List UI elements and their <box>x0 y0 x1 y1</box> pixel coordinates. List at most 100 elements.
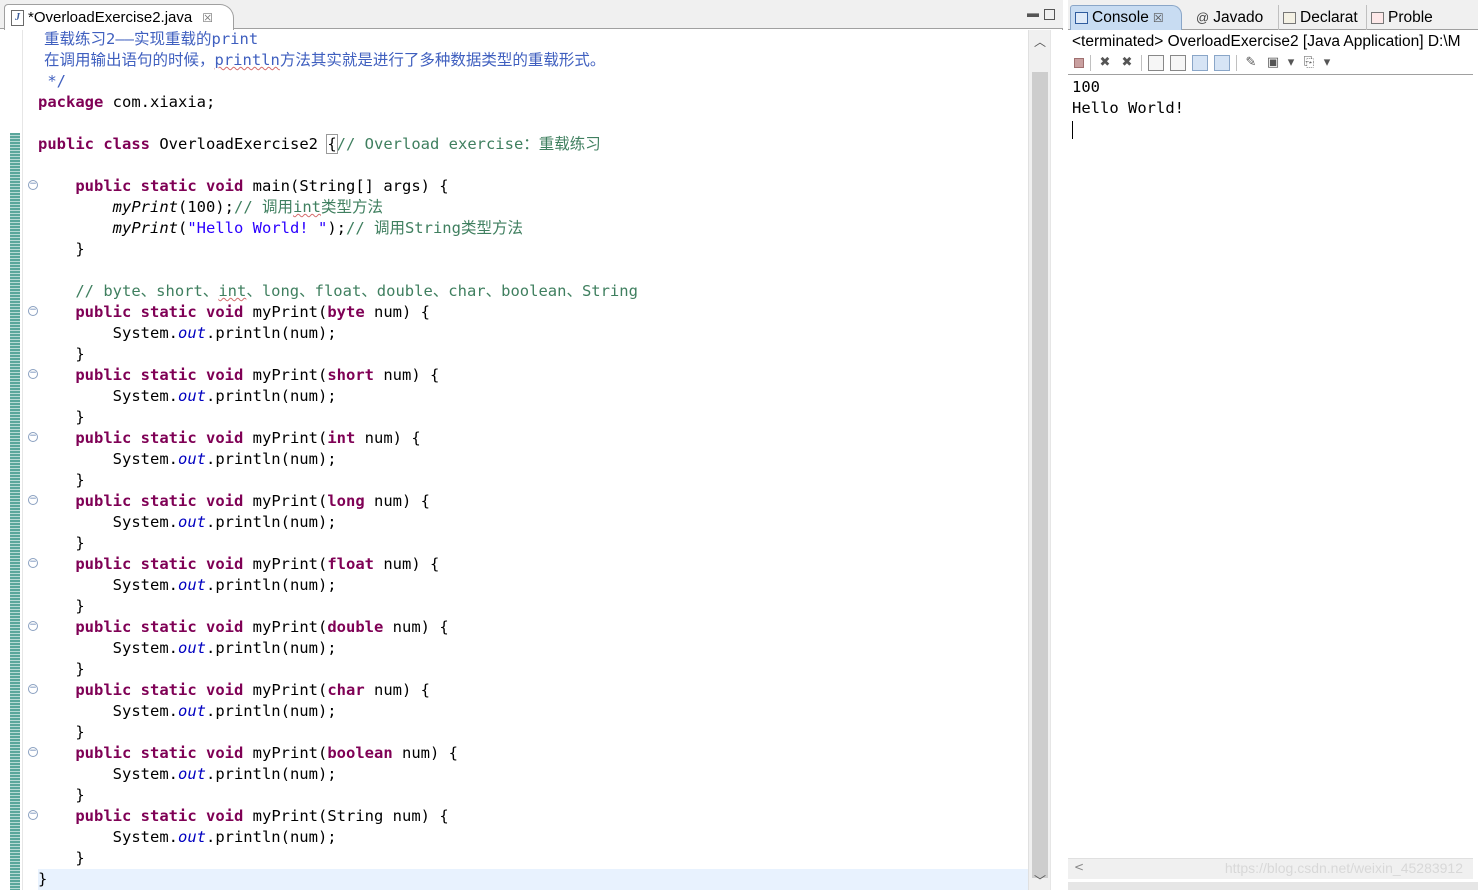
keyword: void <box>206 429 244 447</box>
call-args: (100); <box>177 198 234 216</box>
fold-collapse-icon[interactable]: − <box>28 432 38 442</box>
console-output[interactable]: 100 Hello World! <box>1068 74 1473 871</box>
chevron-down-icon[interactable]: ▾ <box>1287 55 1295 71</box>
close-icon[interactable]: ☒ <box>1153 11 1164 25</box>
tab-label: Javado <box>1213 8 1264 26</box>
static-field: out <box>177 387 206 405</box>
scroll-lock-icon[interactable] <box>1170 55 1186 71</box>
javadoc-text: 重载练习2——实现重载的print <box>44 30 259 48</box>
code-line: 重载练习2——实现重载的print <box>44 29 258 50</box>
word-wrap-icon[interactable] <box>1192 55 1208 71</box>
show-on-output-icon[interactable] <box>1214 55 1230 71</box>
method-call: .println(num); <box>205 639 337 657</box>
fold-collapse-icon[interactable]: − <box>28 810 38 820</box>
scroll-up-icon[interactable]: ︿ <box>1034 33 1046 50</box>
method-declaration: public static void myPrint(long num) { <box>38 491 430 512</box>
open-console-icon[interactable]: ⎘ <box>1301 55 1317 71</box>
code-line: } <box>38 533 84 554</box>
fold-collapse-icon[interactable]: − <box>28 306 38 316</box>
editor-tab[interactable]: J *OverloadExercise2.java ☒ <box>4 4 235 30</box>
code-editor[interactable]: J *OverloadExercise2.java ☒ ▬ − − − − − … <box>0 0 1064 890</box>
brace: } <box>75 723 85 741</box>
tab-problems[interactable]: Proble <box>1366 5 1446 30</box>
method-name: myPrint( <box>243 681 328 699</box>
scroll-down-icon[interactable]: ﹀ <box>1034 872 1046 889</box>
method-name: myPrint( <box>243 303 328 321</box>
param-tail: num) { <box>364 303 430 321</box>
code-line: } <box>38 596 84 617</box>
fold-collapse-icon[interactable]: − <box>28 621 38 631</box>
change-ruler <box>10 133 20 890</box>
method-name: myPrint( <box>243 618 328 636</box>
chevron-down-icon[interactable]: ▾ <box>1323 55 1331 71</box>
keyword: public <box>75 492 132 510</box>
class-name: OverloadExercise2 <box>150 135 328 153</box>
method-body-line: System.out.println(num); <box>38 701 337 722</box>
keyword: void <box>206 303 244 321</box>
keyword: static <box>140 555 197 573</box>
method-call: .println(num); <box>205 765 337 783</box>
scroll-left-icon[interactable]: < <box>1074 860 1084 874</box>
param-tail: num) { <box>383 618 449 636</box>
keyword: void <box>206 681 244 699</box>
param-type: float <box>327 555 375 573</box>
param-type: short <box>327 366 375 384</box>
tab-javadoc[interactable]: @ Javado <box>1192 5 1276 30</box>
tab-declaration[interactable]: Declarat <box>1278 5 1366 30</box>
keyword: static <box>140 618 197 636</box>
fold-collapse-icon[interactable]: − <box>28 684 38 694</box>
brace: } <box>75 240 85 258</box>
static-field: out <box>177 765 206 783</box>
method-body-line: System.out.println(num); <box>38 638 337 659</box>
remove-all-launches-icon[interactable]: ✖ <box>1119 55 1135 71</box>
keyword: void <box>206 807 244 825</box>
maximize-icon[interactable] <box>1044 9 1055 20</box>
package-name: com.xiaxia; <box>103 93 216 111</box>
keyword: static <box>140 807 197 825</box>
console-view[interactable]: Console ☒ @ Javado Declarat Proble <term… <box>1068 0 1478 890</box>
clear-console-icon[interactable] <box>1148 55 1164 71</box>
brace: } <box>75 786 85 804</box>
static-field: out <box>177 324 206 342</box>
keyword: public <box>75 303 132 321</box>
minimize-icon[interactable]: ▬ <box>1027 6 1039 20</box>
keyword: public <box>75 366 132 384</box>
code-comment: // 调用String类型方法 <box>345 219 523 237</box>
code-line: myPrint("Hello World! ");// 调用String类型方法 <box>38 218 523 239</box>
method-body-line: System.out.println(num); <box>38 512 337 533</box>
tab-console[interactable]: Console ☒ <box>1070 5 1182 30</box>
keyword: void <box>206 492 244 510</box>
scrollbar-thumb[interactable] <box>1032 72 1048 878</box>
fold-collapse-icon[interactable]: − <box>28 180 38 190</box>
keyword: static <box>140 366 197 384</box>
keyword: class <box>103 135 151 153</box>
keyword: void <box>206 366 244 384</box>
keyword: static <box>140 492 197 510</box>
remove-launch-icon[interactable]: ✖ <box>1097 55 1113 71</box>
method-call: .println(num); <box>205 702 337 720</box>
editor-vertical-scrollbar[interactable]: ︿ ﹀ <box>1028 30 1051 890</box>
code-comment: 、long、float、double、char、boolean、String <box>246 282 638 300</box>
current-line-highlight <box>38 869 1028 890</box>
method-declaration: public static void myPrint(boolean num) … <box>38 743 458 764</box>
param-type: long <box>327 492 365 510</box>
fold-collapse-icon[interactable]: − <box>28 369 38 379</box>
code-line: */ <box>38 71 66 92</box>
method-call: .println(num); <box>205 828 337 846</box>
pin-console-icon[interactable]: ✎ <box>1243 55 1259 71</box>
fold-collapse-icon[interactable]: − <box>28 747 38 757</box>
fold-collapse-icon[interactable]: − <box>28 558 38 568</box>
close-icon[interactable]: ☒ <box>202 11 213 25</box>
display-console-icon[interactable]: ▣ <box>1265 55 1281 71</box>
method-declaration: public static void myPrint(short num) { <box>38 365 439 386</box>
fold-collapse-icon[interactable]: − <box>28 495 38 505</box>
brace: } <box>75 345 85 363</box>
method-call: myPrint <box>112 219 178 237</box>
terminate-icon[interactable] <box>1074 58 1084 68</box>
param-tail: num) { <box>364 681 430 699</box>
method-name: myPrint( <box>243 807 328 825</box>
method-name: myPrint( <box>243 492 328 510</box>
code-line: 在调用输出语句的时候，println方法其实就是进行了多种数据类型的重载形式。 <box>44 50 605 71</box>
console-horizontal-scrollbar[interactable]: < https://blog.csdn.net/weixin_45283912 <box>1068 858 1473 879</box>
param-tail: num) { <box>392 744 458 762</box>
